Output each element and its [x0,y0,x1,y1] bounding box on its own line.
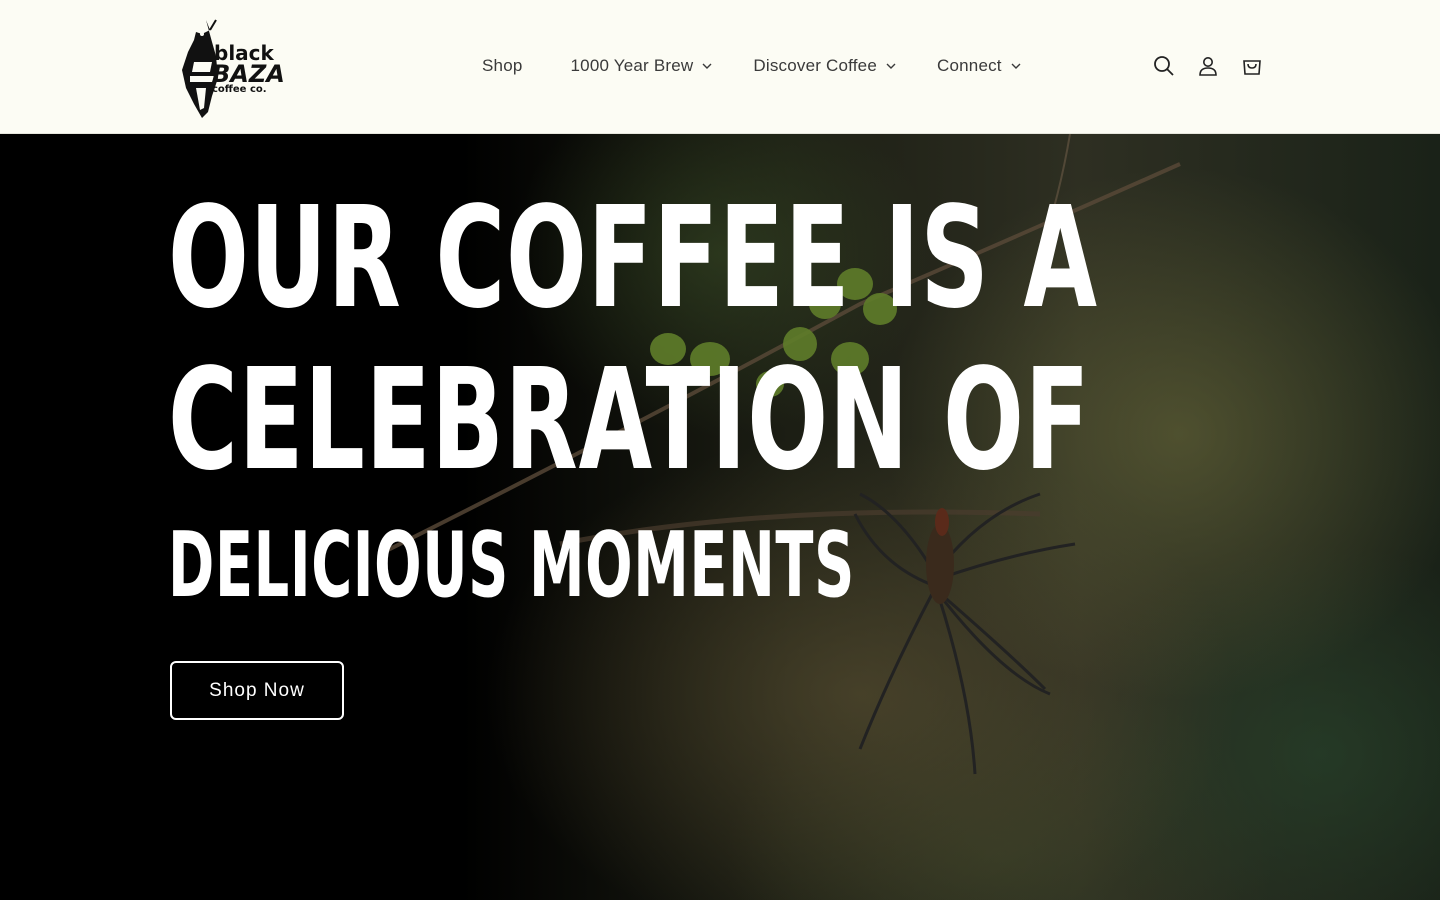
chevron-down-icon [886,63,896,69]
chevron-down-icon [1011,63,1021,69]
nav-item-discover-coffee[interactable]: Discover Coffee [737,44,913,88]
nav-item-label: Shop [482,56,523,75]
chevron-down-icon [702,63,712,69]
nav-item-1000-year-brew[interactable]: 1000 Year Brew [555,44,730,88]
headline-line-3: DELICIOUS MOMENTS [168,513,855,618]
search-button[interactable] [1142,44,1186,88]
brand-logo[interactable]: black BAZA coffee co. [172,12,296,122]
account-icon [1199,57,1217,76]
baza-bird-logo-icon: black BAZA coffee co. [182,19,285,118]
hero-headline: OUR COFFEE IS A CELEBRATION OF DELICIOUS… [168,178,1168,620]
svg-text:coffee co.: coffee co. [212,84,267,95]
hero-banner: OUR COFFEE IS A CELEBRATION OF DELICIOUS… [0,134,1440,900]
nav-item-label: Discover Coffee [753,56,877,75]
header-icons [1142,44,1274,88]
nav-item-label: 1000 Year Brew [570,56,694,75]
nav-item-shop[interactable]: Shop [466,44,547,88]
cart-button[interactable] [1230,44,1274,88]
account-button[interactable] [1186,44,1230,88]
cart-icon [1243,60,1261,75]
headline-line-2: CELEBRATION OF [168,339,1091,502]
nav-item-connect[interactable]: Connect [921,44,1038,88]
site-header: black BAZA coffee co. Shop 1000 Year Bre… [0,0,1440,134]
main-nav: Shop 1000 Year Brew Discover Coffee Conn… [466,44,1038,88]
search-icon [1154,56,1174,76]
shop-now-button[interactable]: Shop Now [170,661,344,720]
nav-item-label: Connect [937,56,1002,75]
headline-line-1: OUR COFFEE IS A [168,177,1098,340]
